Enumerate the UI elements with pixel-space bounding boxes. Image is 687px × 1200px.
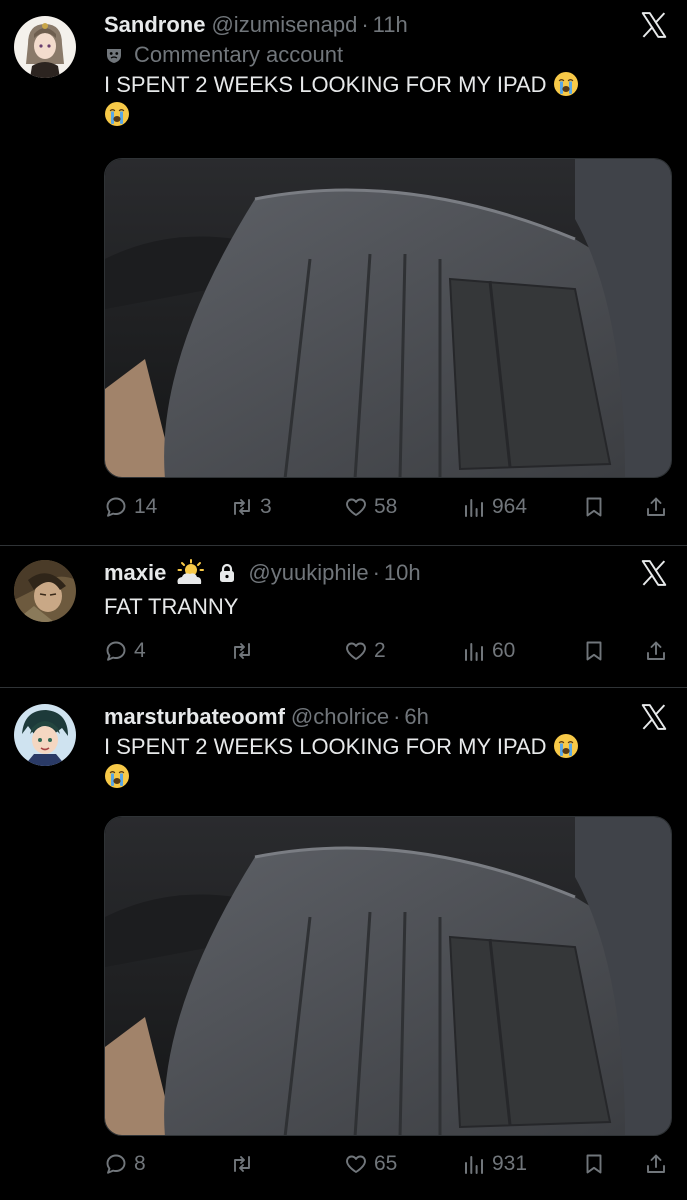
retweet-icon bbox=[230, 495, 254, 519]
bookmark-icon bbox=[582, 639, 606, 663]
like-icon bbox=[344, 495, 368, 519]
reply-count: 4 bbox=[134, 639, 146, 662]
retweet-button[interactable] bbox=[230, 635, 260, 667]
reply-count: 8 bbox=[134, 1152, 146, 1175]
tweet-content: marsturbateoomf @cholrice · 6h I SPENT 2… bbox=[104, 702, 673, 792]
like-count: 2 bbox=[374, 639, 386, 662]
tweet-actions: 8 65 931 bbox=[104, 1148, 672, 1180]
like-button[interactable]: 58 bbox=[344, 491, 397, 523]
views-button[interactable]: 964 bbox=[462, 491, 527, 523]
avatar[interactable] bbox=[14, 704, 76, 766]
views-icon bbox=[462, 495, 486, 519]
views-button[interactable]: 931 bbox=[462, 1148, 527, 1180]
share-button[interactable] bbox=[644, 1148, 668, 1180]
crying-emoji-icon bbox=[104, 763, 130, 789]
account-label-text: Commentary account bbox=[134, 42, 344, 67]
share-icon bbox=[644, 639, 668, 663]
avatar[interactable] bbox=[14, 560, 76, 622]
author-handle[interactable]: @izumisenapd bbox=[211, 10, 357, 40]
views-button[interactable]: 60 bbox=[462, 635, 515, 667]
like-button[interactable]: 2 bbox=[344, 635, 386, 667]
like-count: 58 bbox=[374, 495, 398, 518]
tweet-photo[interactable] bbox=[104, 158, 672, 478]
tweet-photo[interactable] bbox=[104, 816, 672, 1136]
views-icon bbox=[462, 639, 486, 663]
reply-count: 14 bbox=[134, 495, 158, 518]
reply-button[interactable]: 14 bbox=[104, 491, 157, 523]
x-logo-icon[interactable] bbox=[639, 558, 669, 588]
bookmark-button[interactable] bbox=[582, 1148, 606, 1180]
tweet-actions: 4 2 60 bbox=[104, 635, 672, 667]
x-logo-icon[interactable] bbox=[639, 702, 669, 732]
timestamp[interactable]: 6h bbox=[404, 702, 428, 732]
account-label: Commentary account bbox=[104, 40, 673, 70]
views-count: 964 bbox=[492, 495, 528, 518]
bookmark-icon bbox=[582, 495, 606, 519]
tweet-header: marsturbateoomf @cholrice · 6h bbox=[104, 702, 673, 732]
crying-emoji-icon bbox=[104, 101, 130, 127]
timestamp[interactable]: 11h bbox=[373, 10, 408, 40]
separator-dot: · bbox=[372, 560, 380, 585]
retweet-button[interactable]: 3 bbox=[230, 491, 272, 523]
author-name[interactable]: Sandrone bbox=[104, 10, 205, 40]
like-icon bbox=[344, 1152, 368, 1176]
retweet-icon bbox=[230, 639, 254, 663]
separator-dot: · bbox=[393, 704, 401, 729]
views-icon bbox=[462, 1152, 486, 1176]
author-name[interactable]: marsturbateoomf bbox=[104, 702, 285, 732]
author-handle[interactable]: @yuukiphile bbox=[248, 558, 368, 588]
tweet-header: Sandrone @izumisenapd · 11h bbox=[104, 10, 673, 40]
tweet-1[interactable]: Sandrone @izumisenapd · 11h Commentary a… bbox=[0, 0, 687, 545]
tweet-content: Sandrone @izumisenapd · 11h Commentary a… bbox=[104, 10, 673, 130]
reply-icon bbox=[104, 639, 128, 663]
share-button[interactable] bbox=[644, 635, 668, 667]
reply-icon bbox=[104, 495, 128, 519]
crying-emoji-icon bbox=[553, 71, 579, 97]
reply-button[interactable]: 8 bbox=[104, 1148, 146, 1180]
tweet-2[interactable]: maxie @yuukiphile · 10h FAT TRANNY 4 2 6… bbox=[0, 546, 687, 687]
x-logo-icon[interactable] bbox=[639, 10, 669, 40]
reply-icon bbox=[104, 1152, 128, 1176]
tweet-actions: 14 3 58 964 bbox=[104, 491, 672, 523]
reply-button[interactable]: 4 bbox=[104, 635, 146, 667]
tweet-text: FAT TRANNY bbox=[104, 592, 673, 622]
tweet-text: I SPENT 2 WEEKS LOOKING FOR MY IPAD bbox=[104, 732, 673, 792]
views-count: 931 bbox=[492, 1152, 528, 1175]
retweet-count: 3 bbox=[260, 495, 272, 518]
share-icon bbox=[644, 1152, 668, 1176]
like-button[interactable]: 65 bbox=[344, 1148, 397, 1180]
retweet-icon bbox=[230, 1152, 254, 1176]
bookmark-icon bbox=[582, 1152, 606, 1176]
like-count: 65 bbox=[374, 1152, 398, 1175]
timestamp[interactable]: 10h bbox=[384, 558, 421, 588]
like-icon bbox=[344, 639, 368, 663]
author-name[interactable]: maxie bbox=[104, 558, 166, 588]
tweet-header: maxie @yuukiphile · 10h bbox=[104, 558, 673, 588]
views-count: 60 bbox=[492, 639, 516, 662]
crying-emoji-icon bbox=[553, 733, 579, 759]
avatar[interactable] bbox=[14, 16, 76, 78]
retweet-button[interactable] bbox=[230, 1148, 260, 1180]
commentary-mask-icon bbox=[107, 49, 121, 63]
author-handle[interactable]: @cholrice bbox=[291, 702, 389, 732]
share-button[interactable] bbox=[644, 491, 668, 523]
tweet-text-content: FAT TRANNY bbox=[104, 594, 239, 619]
tweet-3[interactable]: marsturbateoomf @cholrice · 6h I SPENT 2… bbox=[0, 688, 687, 1200]
tweet-text: I SPENT 2 WEEKS LOOKING FOR MY IPAD bbox=[104, 70, 673, 130]
bookmark-button[interactable] bbox=[582, 491, 606, 523]
separator-dot: · bbox=[361, 12, 369, 37]
lock-icon bbox=[220, 563, 235, 582]
tweet-content: maxie @yuukiphile · 10h FAT TRANNY bbox=[104, 558, 673, 622]
tweet-text-content: I SPENT 2 WEEKS LOOKING FOR MY IPAD bbox=[104, 72, 547, 97]
bookmark-button[interactable] bbox=[582, 635, 606, 667]
tweet-text-content: I SPENT 2 WEEKS LOOKING FOR MY IPAD bbox=[104, 734, 547, 759]
share-icon bbox=[644, 495, 668, 519]
sun-cloud-icon bbox=[177, 559, 205, 584]
